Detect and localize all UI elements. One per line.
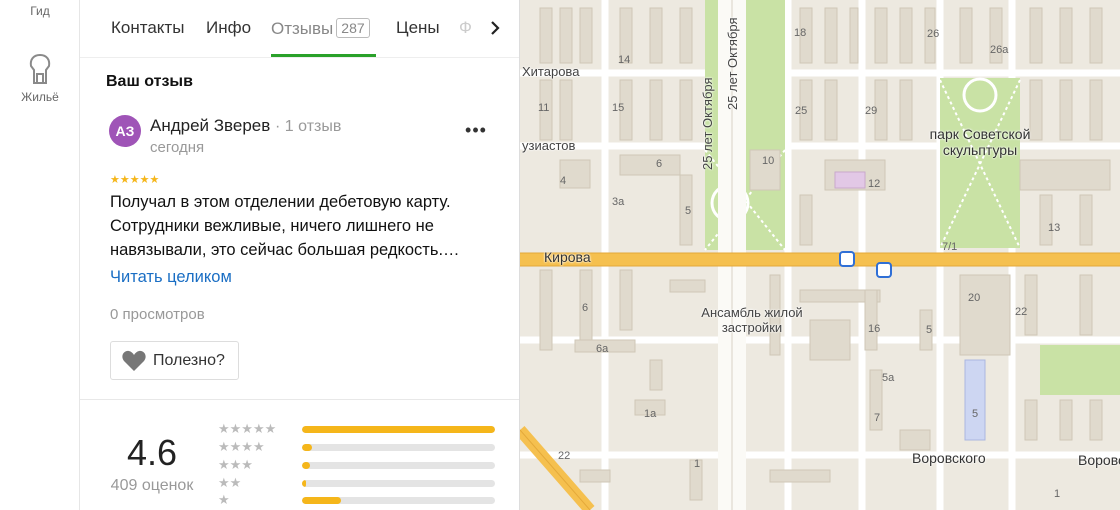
organization-card: Контакты Инфо Отзывы 287 Цены Ф Ваш отзыв… xyxy=(80,0,520,510)
house-number: 5а xyxy=(882,372,895,384)
rating-row-stars: ★★★ xyxy=(218,457,253,472)
rail-item-guide[interactable]: Гид xyxy=(0,4,80,18)
tab-prices[interactable]: Цены xyxy=(396,18,440,38)
rating-row-bar xyxy=(302,444,495,451)
rating-value: 4.6 xyxy=(126,432,178,473)
house-icon xyxy=(29,53,51,84)
street-label: Воровского xyxy=(912,450,986,466)
house-number: 7 xyxy=(874,412,881,424)
house-number: 6 xyxy=(656,158,663,170)
tab-faded-next[interactable]: Ф xyxy=(459,18,472,38)
review-author[interactable]: Андрей Зверев · 1 отзыв xyxy=(150,116,341,136)
tabs-next-button[interactable] xyxy=(480,12,510,44)
house-number: 1 xyxy=(694,458,701,470)
map[interactable]: Хитарова узиастов Кирова Воровского Воро… xyxy=(520,0,1120,510)
review-text: Получал в этом отделении дебетовую карту… xyxy=(110,193,460,259)
street-label: Кирова xyxy=(544,249,591,265)
author-sep: · xyxy=(275,118,285,135)
house-number: 4 xyxy=(560,175,567,187)
rating-row-bar xyxy=(302,462,495,469)
more-options-button[interactable]: ••• xyxy=(462,118,490,142)
house-number: 5 xyxy=(972,408,979,420)
rating-row-fill xyxy=(302,444,312,451)
heart-icon xyxy=(122,350,146,371)
active-tab-underline xyxy=(271,54,376,57)
house-number: 6а xyxy=(596,343,609,355)
house-number: 12 xyxy=(868,178,881,190)
rating-count: 409 оценок xyxy=(110,477,194,494)
divider xyxy=(80,399,519,400)
avatar[interactable]: АЗ xyxy=(109,115,141,147)
rating-row-bar xyxy=(302,426,495,433)
rating-row-fill xyxy=(302,480,306,487)
left-rail: Гид Жильё xyxy=(0,0,80,510)
house-number: 11 xyxy=(538,102,550,114)
house-number: 1а xyxy=(644,408,657,420)
read-more-link[interactable]: Читать целиком xyxy=(110,268,232,287)
rating-row-stars: ★★★★★ xyxy=(218,421,277,436)
house-number: 5 xyxy=(926,324,933,336)
house-number: 20 xyxy=(968,292,981,304)
house-number: 18 xyxy=(794,27,807,39)
house-number: 3а xyxy=(612,196,625,208)
park-right xyxy=(1040,345,1120,395)
house-number: 16 xyxy=(868,323,881,335)
rating-row-fill xyxy=(302,497,341,504)
house-number: 26а xyxy=(990,44,1009,56)
rating-row-stars: ★★★★ xyxy=(218,439,265,454)
street-label: Воровс xyxy=(1078,452,1120,468)
map-canvas[interactable] xyxy=(520,0,1120,510)
tab-info[interactable]: Инфо xyxy=(206,18,251,38)
house-number: 26 xyxy=(927,28,940,40)
tab-reviews[interactable]: Отзывы 287 xyxy=(271,18,370,39)
card-tabs: Контакты Инфо Отзывы 287 Цены Ф xyxy=(80,0,519,58)
rating-row-bar xyxy=(302,480,495,487)
useful-button[interactable]: Полезно? xyxy=(110,341,239,380)
rail-item-housing[interactable]: Жильё xyxy=(0,52,80,104)
street-label: Хитарова xyxy=(522,64,580,79)
reviews-count-badge: 287 xyxy=(336,18,370,38)
house-number: 14 xyxy=(618,54,631,66)
chevron-right-icon xyxy=(491,21,500,35)
house-number: 1 xyxy=(1054,488,1061,500)
rating-row-stars: ★ xyxy=(218,492,230,507)
house-number: 25 xyxy=(795,105,808,117)
rail-item-housing-label: Жильё xyxy=(21,90,59,104)
author-name: Андрей Зверев xyxy=(150,116,271,135)
rating-row-fill xyxy=(302,426,495,433)
street-label: 25 лет Октября xyxy=(725,17,740,110)
rating-row-bar xyxy=(302,497,495,504)
review-date: сегодня xyxy=(150,139,205,156)
house-number: 5 xyxy=(685,205,692,217)
park-label: парк Советской скульптуры xyxy=(929,126,1031,158)
tab-contacts[interactable]: Контакты xyxy=(111,18,184,38)
street-label: узиастов xyxy=(522,138,576,153)
house-number: 15 xyxy=(612,102,625,114)
street-label: 25 лет Октября xyxy=(700,77,715,170)
your-review-title: Ваш отзыв xyxy=(106,73,193,90)
review-stars: ★★★★★ xyxy=(110,174,160,186)
more-dots-icon: ••• xyxy=(465,119,487,140)
review-views: 0 просмотров xyxy=(110,306,205,323)
rating-row-stars: ★★ xyxy=(218,475,242,490)
house-number: 10 xyxy=(762,155,775,167)
landmark-label: Ансамбль жилой застройки xyxy=(701,305,803,335)
house-number: 6 xyxy=(582,302,589,314)
house-number: 7/1 xyxy=(942,241,958,253)
rating-row-fill xyxy=(302,462,310,469)
useful-label: Полезно? xyxy=(153,351,225,369)
house-number: 22 xyxy=(558,450,571,462)
tab-reviews-label: Отзывы xyxy=(271,19,334,38)
author-review-count: 1 отзыв xyxy=(284,118,342,135)
house-number: 22 xyxy=(1015,306,1028,318)
house-number: 29 xyxy=(865,105,878,117)
house-number: 13 xyxy=(1048,222,1061,234)
